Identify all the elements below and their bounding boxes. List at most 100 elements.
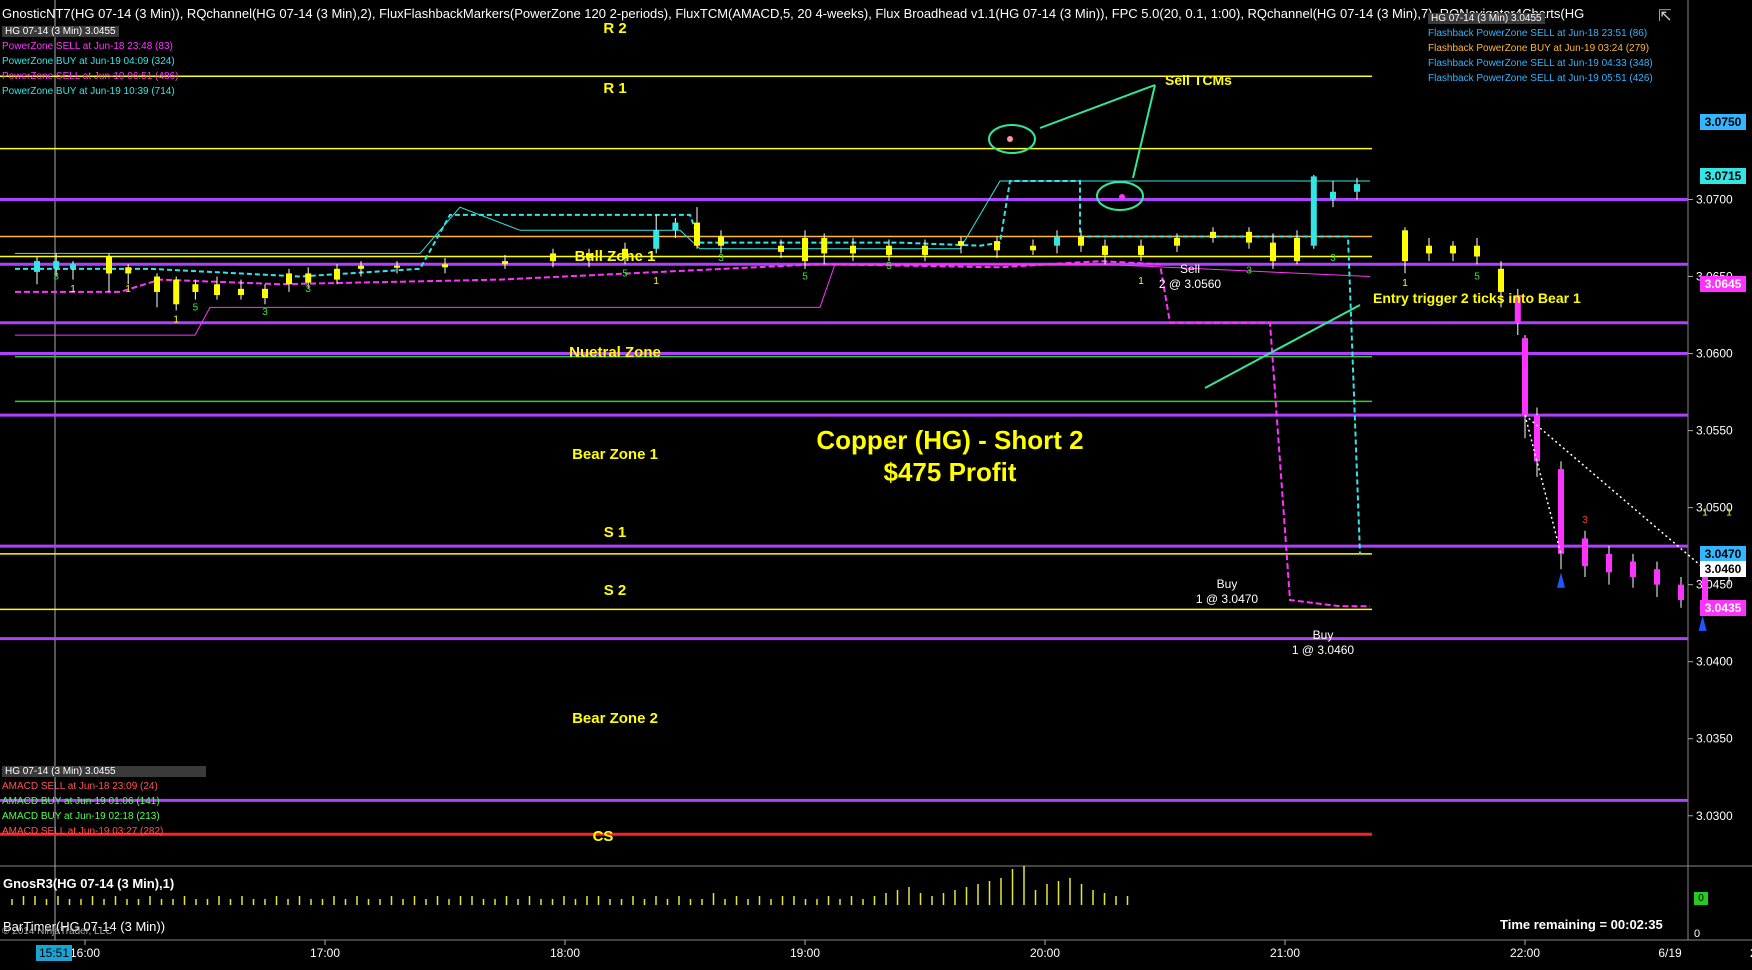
candle-body	[1102, 245, 1108, 255]
bar-marker: 3	[1582, 515, 1588, 526]
candle-body	[1246, 231, 1252, 243]
bar-marker: 3	[53, 272, 59, 283]
x-axis-tick-label: 22:00	[1510, 946, 1540, 960]
copyright: © 2014 NinjaTrader, LLC	[2, 926, 113, 937]
candle-body	[1210, 231, 1216, 238]
zone-label-bull-1: Bull Zone 1	[574, 248, 656, 265]
candle-body	[1270, 242, 1276, 262]
candle-body	[1174, 238, 1180, 246]
candle-body	[1078, 236, 1084, 246]
candle-body	[334, 268, 340, 280]
trade-path-1	[1524, 414, 1562, 555]
zone-label-s2: S 2	[603, 582, 627, 599]
price-tag: 3.0470	[1700, 545, 1746, 562]
legend-item: Flashback PowerZone SELL at Jun-19 04:33…	[1428, 58, 1653, 69]
candle-body	[1310, 176, 1317, 246]
candle-body	[886, 245, 892, 255]
bar-marker: 3	[1330, 253, 1336, 264]
annotation-buy-1-label: Buy	[1216, 577, 1238, 591]
bar-marker: 5	[802, 272, 808, 283]
legend-item: AMACD BUY at Jun-19 01:06 (141)	[2, 796, 160, 807]
zone-label-r1: R 1	[603, 80, 627, 97]
candle-body	[672, 222, 679, 231]
x-axis-tick-label: 17:00	[310, 946, 340, 960]
candle-body	[1294, 238, 1300, 262]
y-axis-tick-label: 3.0400	[1696, 655, 1733, 669]
candle-body	[1474, 245, 1480, 257]
headline-profit: $475 Profit	[883, 457, 1017, 487]
candle-body	[1450, 245, 1456, 254]
tcm-dot	[1007, 136, 1013, 142]
candle-body	[1498, 268, 1504, 292]
candle-body	[1426, 245, 1432, 254]
candle-body	[238, 288, 244, 296]
candle-body	[1330, 191, 1336, 200]
candle-body	[778, 245, 784, 252]
buy-arrow-icon	[1557, 572, 1565, 588]
zone-label-cs: CS	[592, 828, 614, 845]
price-tag: 3.0435	[1700, 599, 1746, 616]
bar-marker: 3	[1246, 265, 1252, 276]
bar-marker: 1	[1402, 278, 1408, 289]
candle-body	[214, 284, 220, 296]
annotation-sell-price: 2 @ 3.0560	[1158, 277, 1222, 291]
legend-item: Flashback PowerZone BUY at Jun-19 03:24 …	[1428, 43, 1650, 54]
annotation-buy-2: Buy 1 @ 3.0460	[1292, 628, 1354, 658]
candle-body	[286, 273, 292, 285]
candle-body	[502, 261, 508, 265]
y-axis-tick-label: 3.0300	[1696, 809, 1733, 823]
arrow-line-entry	[1204, 304, 1361, 389]
candle-body	[106, 256, 112, 274]
candle-body	[1522, 338, 1528, 416]
legend-item: PowerZone BUY at Jun-19 04:09 (324)	[2, 56, 175, 67]
candle-body	[821, 238, 828, 254]
candle-body	[1138, 245, 1144, 255]
legend-item: Flashback PowerZone SELL at Jun-19 05:51…	[1428, 73, 1653, 84]
legend-title: HG 07-14 (3 Min) 3.0455	[2, 766, 206, 777]
legend-top-left: HG 07-14 (3 Min) 3.0455 PowerZone SELL a…	[2, 24, 178, 99]
x-axis-tick-label: 19:00	[790, 946, 820, 960]
bar-marker: 1	[1726, 507, 1732, 518]
arrow-line-sell-2	[1132, 84, 1156, 179]
legend-item: Flashback PowerZone SELL at Jun-18 23:51…	[1428, 28, 1648, 39]
zone-label-s1: S 1	[603, 524, 627, 541]
candle-body	[922, 245, 928, 255]
candle-body	[1630, 561, 1636, 577]
legend-bottom-left: HG 07-14 (3 Min) 3.0455 AMACD SELL at Ju…	[2, 764, 206, 839]
y-axis-tick-label: 3.0550	[1696, 424, 1733, 438]
annotation-buy-1-price: 1 @ 3.0470	[1195, 592, 1259, 606]
current-time-marker: 15:51	[36, 945, 73, 961]
annotation-buy-2-price: 1 @ 3.0460	[1291, 643, 1355, 657]
candle-body	[1606, 553, 1612, 573]
candle-body	[653, 230, 660, 249]
bar-marker: 3	[262, 307, 268, 318]
candle-body	[1054, 236, 1060, 246]
indicator-value-tag: 0	[1694, 892, 1708, 905]
bar-marker: 5	[886, 261, 892, 272]
candle-body	[694, 222, 700, 246]
zone-label-r2: R 2	[603, 20, 627, 37]
y-axis-tick-label: 3.0350	[1696, 732, 1733, 746]
legend-item: PowerZone SELL at Jun-18 23:48 (83)	[2, 41, 173, 52]
tcm-dot	[1119, 194, 1125, 200]
headline: Copper (HG) - Short 2 $475 Profit	[816, 424, 1083, 488]
time-remaining: Time remaining = 00:02:35	[1500, 917, 1663, 932]
candle-body	[53, 261, 60, 269]
candle-body	[1030, 245, 1036, 251]
annotation-buy-1: Buy 1 @ 3.0470	[1196, 577, 1258, 607]
candle-body	[1402, 230, 1408, 262]
bar-marker: 1	[1138, 276, 1144, 287]
candle-body	[1354, 184, 1360, 192]
y-axis-tick-label: 3.0450	[1696, 578, 1733, 592]
bar-marker: 5	[193, 302, 199, 313]
x-axis-tick-label: 21:00	[1270, 946, 1300, 960]
y-axis-tick-label: 3.0700	[1696, 192, 1733, 206]
buy-arrow-icon	[1698, 615, 1707, 631]
legend-title: HG 07-14 (3 Min) 3.0455	[2, 26, 119, 37]
indicator-axis-zero: 0	[1694, 928, 1701, 940]
candle-body	[262, 288, 268, 299]
collapse-arrow-icon[interactable]: ⇱	[1656, 8, 1674, 26]
candle-body	[442, 264, 448, 268]
price-tag: 3.0750	[1700, 114, 1746, 131]
y-axis-tick-label: 3.0600	[1696, 347, 1733, 361]
